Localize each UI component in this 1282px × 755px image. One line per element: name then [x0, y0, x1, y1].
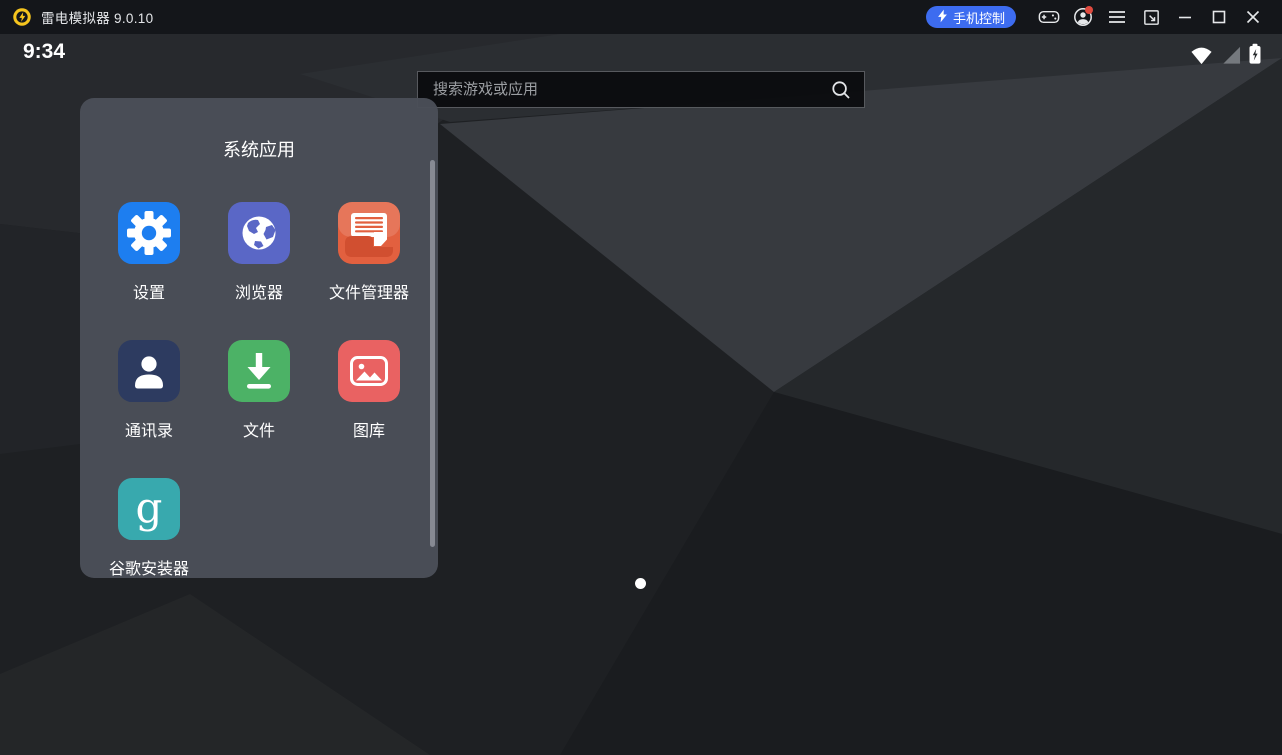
contacts-person-icon [118, 340, 180, 402]
folder-title: 系统应用 [80, 136, 438, 162]
app-gallery[interactable]: 图库 [338, 340, 400, 441]
app-label: 浏览器 [235, 279, 283, 303]
search-input[interactable] [431, 80, 831, 99]
app-google-installer[interactable]: g 谷歌安装器 [109, 478, 189, 579]
status-clock: 9:34 [23, 40, 65, 64]
search-bar [417, 71, 865, 108]
app-contacts[interactable]: 通讯录 [118, 340, 180, 441]
google-installer-g-icon: g [118, 478, 180, 540]
maximize-icon[interactable] [1202, 2, 1236, 32]
app-label: 谷歌安装器 [109, 555, 189, 579]
shrink-window-icon[interactable] [1134, 2, 1168, 32]
window-title: 雷电模拟器 9.0.10 [41, 7, 153, 27]
file-manager-folder-icon [338, 202, 400, 264]
phone-control-label: 手机控制 [953, 8, 1005, 27]
lightning-icon [937, 9, 948, 26]
wifi-icon [1190, 45, 1213, 70]
gamepad-icon[interactable] [1032, 2, 1066, 32]
app-label: 文件管理器 [329, 279, 409, 303]
cellular-signal-icon [1220, 45, 1241, 70]
system-apps-folder: 系统应用 [80, 98, 438, 578]
user-account-icon[interactable] [1066, 2, 1100, 32]
ldplayer-logo-icon [12, 7, 32, 27]
files-download-icon [228, 340, 290, 402]
app-label: 通讯录 [125, 417, 173, 441]
minimize-icon[interactable] [1168, 2, 1202, 32]
app-file-manager[interactable]: 文件管理器 [329, 202, 409, 303]
emulator-window: 雷电模拟器 9.0.10 手机控制 [0, 0, 1282, 755]
browser-globe-icon [228, 202, 290, 264]
titlebar-controls: 手机控制 [926, 2, 1270, 32]
app-label: 图库 [353, 417, 385, 441]
settings-gear-icon [118, 202, 180, 264]
app-label: 文件 [243, 417, 275, 441]
search-icon[interactable] [831, 80, 851, 100]
phone-control-button[interactable]: 手机控制 [926, 6, 1016, 28]
titlebar: 雷电模拟器 9.0.10 手机控制 [0, 0, 1282, 34]
app-label: 设置 [133, 279, 165, 303]
app-browser[interactable]: 浏览器 [228, 202, 290, 303]
android-screen: 9:34 [0, 34, 1282, 755]
notification-dot [1085, 6, 1093, 14]
app-files[interactable]: 文件 [228, 340, 290, 441]
app-grid: 设置 浏览器 [80, 202, 438, 579]
page-indicator-dot [635, 578, 646, 589]
close-icon[interactable] [1236, 2, 1270, 32]
gallery-photo-icon [338, 340, 400, 402]
menu-icon[interactable] [1100, 2, 1134, 32]
battery-charging-icon [1248, 43, 1262, 70]
status-icons [1190, 43, 1262, 70]
svg-text:g: g [136, 483, 163, 532]
app-settings[interactable]: 设置 [118, 202, 180, 303]
